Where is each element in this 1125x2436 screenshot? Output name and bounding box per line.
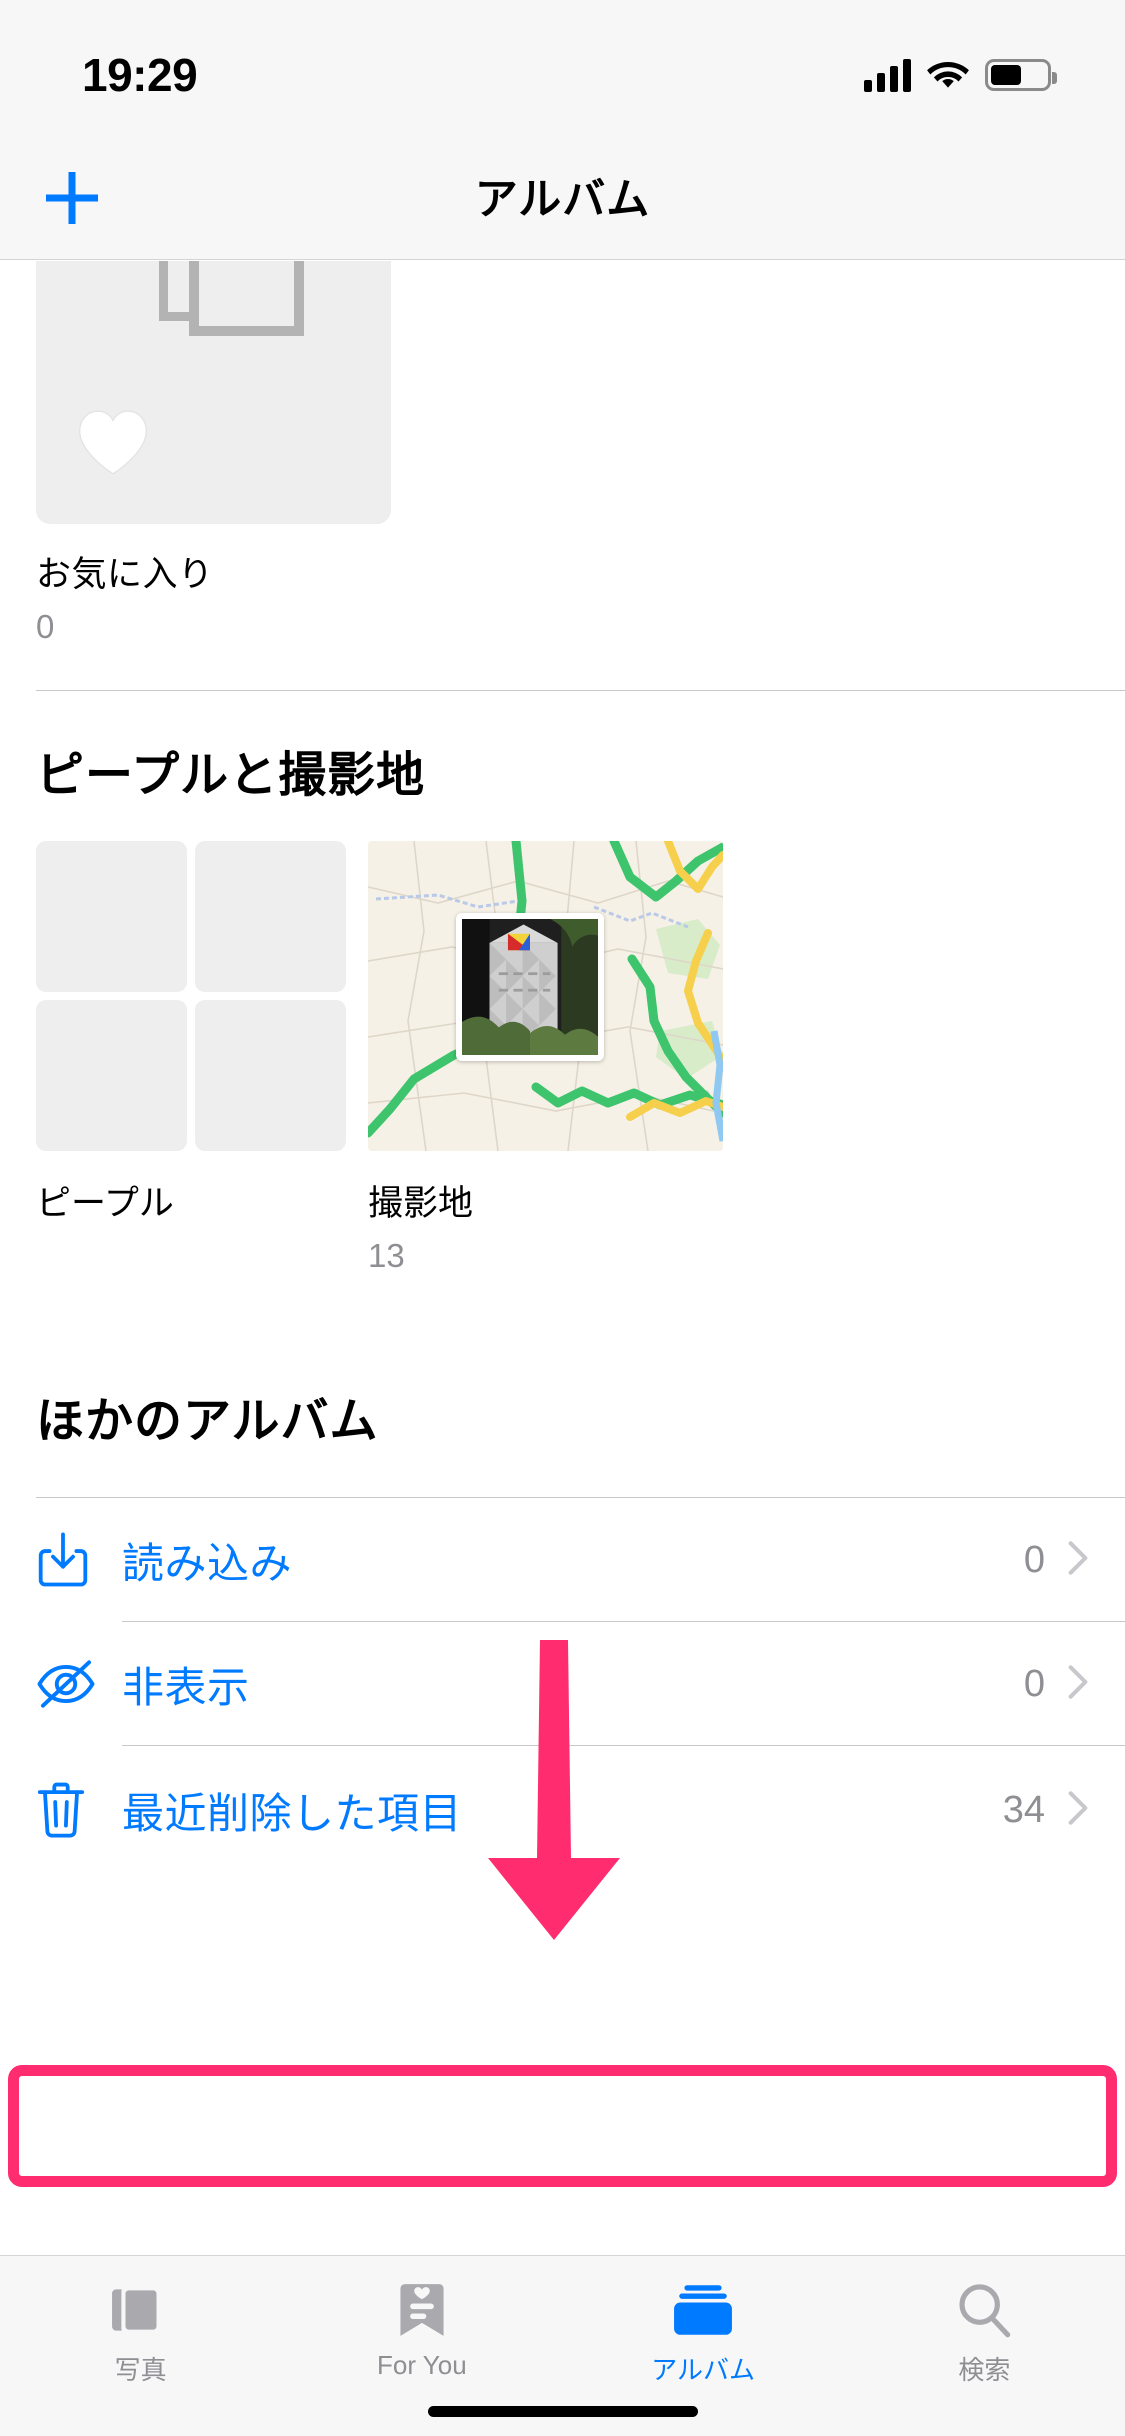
chevron-right-icon xyxy=(1067,1539,1089,1582)
list-item-count: 0 xyxy=(1023,1662,1045,1705)
tab-label: アルバム xyxy=(651,2355,755,2385)
album-title-favorites: お気に入り xyxy=(36,555,214,594)
map-thumbnail-icon: 東 xyxy=(368,841,723,1151)
tab-label: For You xyxy=(377,2350,467,2380)
tab-bar: 写真 For You アルバム 検索 xyxy=(0,2255,1125,2436)
list-item-count: 34 xyxy=(1002,1788,1045,1831)
album-count-places: 13 xyxy=(368,1237,405,1274)
tab-photos[interactable]: 写真 xyxy=(0,2256,281,2436)
tab-label: 写真 xyxy=(114,2355,167,2385)
chevron-right-icon xyxy=(1067,1663,1089,1706)
status-bar: 19:29 xyxy=(0,0,1125,132)
heart-icon xyxy=(79,410,147,475)
list-item-label: 読み込み xyxy=(122,1539,293,1587)
wifi-icon xyxy=(927,62,969,88)
section-header-people-places: ピープルと撮影地 xyxy=(36,749,426,802)
status-time: 19:29 xyxy=(82,49,198,101)
tab-label: 検索 xyxy=(958,2355,1011,2385)
down-arrow-annotation xyxy=(488,1640,620,1940)
chevron-right-icon xyxy=(1067,1789,1089,1832)
list-item-import[interactable]: 読み込み 0 xyxy=(36,1498,1125,1622)
photos-icon xyxy=(110,2278,172,2342)
status-indicators xyxy=(864,58,1057,92)
tab-search[interactable]: 検索 xyxy=(844,2256,1125,2436)
cellular-bars-icon xyxy=(864,58,911,92)
album-title-places: 撮影地 xyxy=(368,1184,474,1223)
photos-albums-screen: 19:29 アルバム お気に入り 0 ピープルと撮影地 ピープル 撮影地 13 … xyxy=(0,0,1125,2436)
battery-icon xyxy=(985,59,1057,91)
navigation-bar: アルバム xyxy=(0,132,1125,260)
import-icon xyxy=(36,1531,122,1589)
trash-icon xyxy=(36,1781,122,1839)
album-title-people: ピープル xyxy=(36,1184,174,1223)
people-places-grid: ピープル 撮影地 13 xyxy=(0,805,1125,1275)
home-indicator xyxy=(427,2406,698,2417)
list-item-count: 0 xyxy=(1023,1538,1045,1581)
for-you-icon xyxy=(395,2278,449,2342)
eye-slash-icon xyxy=(36,1660,122,1708)
album-card-people[interactable]: ピープル xyxy=(36,841,346,1275)
place-photo-thumbnail xyxy=(456,913,604,1061)
search-icon xyxy=(956,2278,1012,2342)
albums-scroll-content[interactable]: お気に入り 0 ピープルと撮影地 ピープル 撮影地 13 ほかのアルバム 読み込… xyxy=(0,261,1125,2255)
photo-frames-placeholder-icon xyxy=(36,261,391,524)
album-count-favorites: 0 xyxy=(36,608,55,645)
album-card-favorites[interactable]: お気に入り 0 xyxy=(0,261,1125,646)
albums-icon xyxy=(672,2278,734,2342)
section-header-other-albums: ほかのアルバム xyxy=(36,1395,379,1448)
page-title: アルバム xyxy=(474,176,651,224)
album-card-places[interactable]: 東 xyxy=(368,841,723,1275)
people-grid-placeholder-icon xyxy=(36,841,346,1151)
